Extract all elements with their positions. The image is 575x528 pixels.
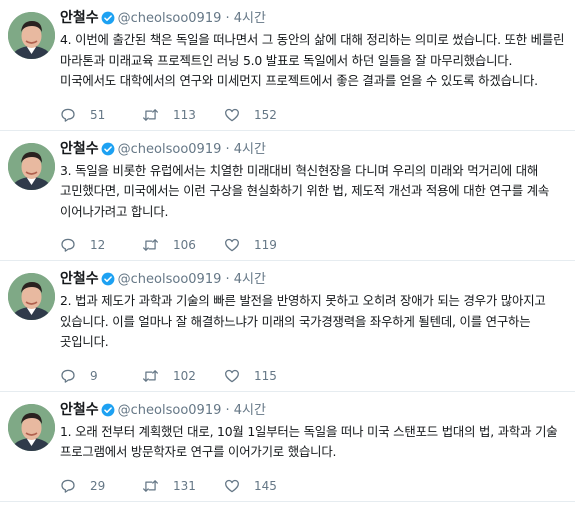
tweet-actions: 29 131 145 [60, 471, 565, 501]
verified-badge-icon [101, 403, 115, 416]
author-name[interactable]: 안철수 [60, 271, 99, 287]
author-name[interactable]: 안철수 [60, 10, 99, 26]
reply-count: 51 [90, 107, 106, 122]
reply-button[interactable]: 9 [60, 368, 142, 384]
tweet-header: 안철수 @cheolsoo0919 · 4시간 [60, 400, 565, 420]
like-count: 145 [254, 478, 277, 493]
retweet-icon [143, 479, 158, 492]
like-button[interactable]: 145 [224, 478, 306, 494]
author-handle[interactable]: @cheolsoo0919 [118, 403, 222, 418]
retweet-button[interactable]: 106 [142, 237, 224, 253]
like-button[interactable]: 115 [224, 368, 306, 384]
reply-count: 12 [90, 238, 106, 252]
avatar[interactable] [8, 12, 55, 59]
retweet-icon [143, 369, 158, 382]
avatar[interactable] [8, 142, 55, 190]
tweet-text: 2. 법과 제도가 과학과 기술의 빠른 발전을 반영하지 못하고 오히려 장애… [60, 293, 546, 349]
tweet-timestamp[interactable]: 4시간 [234, 142, 266, 157]
tweet[interactable]: 안철수 @cheolsoo0919 · 4시간 3. 독일을 비롯한 유럽에서는 … [0, 131, 575, 261]
verified-badge-icon [101, 142, 115, 155]
author-handle[interactable]: @cheolsoo0919 [118, 272, 222, 287]
tweet-header: 안철수 @cheolsoo0919 · 4시간 [60, 139, 565, 159]
reply-button[interactable]: 29 [60, 478, 142, 494]
reply-count: 9 [90, 368, 98, 383]
avatar[interactable] [8, 403, 55, 451]
retweet-button[interactable]: 131 [142, 478, 224, 494]
tweet-text: 1. 오래 전부터 계획했던 대로, 10월 1일부터는 독일을 떠나 미국 스… [60, 423, 558, 460]
tweet-header: 안철수 @cheolsoo0919 · 4시간 [60, 269, 565, 289]
like-icon [225, 369, 239, 382]
retweet-count: 113 [173, 107, 196, 122]
tweet-text: 4. 이번에 출간된 책은 독일을 떠나면서 그 동안의 삶에 대해 정리하는 … [60, 32, 565, 88]
reply-button[interactable]: 51 [60, 107, 142, 123]
reply-icon [61, 369, 75, 383]
reply-icon [61, 108, 75, 122]
like-icon [225, 479, 239, 492]
like-icon [225, 108, 239, 121]
author-handle[interactable]: @cheolsoo0919 [118, 11, 222, 26]
verified-badge-icon [101, 272, 115, 286]
reply-count: 29 [90, 478, 106, 493]
retweet-count: 106 [173, 238, 196, 252]
avatar[interactable] [8, 273, 55, 320]
tweet-timestamp[interactable]: 4시간 [234, 272, 266, 287]
retweet-icon [143, 108, 158, 121]
like-button[interactable]: 152 [224, 107, 306, 123]
tweet[interactable]: 안철수 @cheolsoo0919 · 4시간 4. 이번에 출간된 책은 독일을… [0, 0, 575, 131]
retweet-count: 131 [173, 478, 196, 493]
separator-dot: · [221, 272, 234, 287]
tweet[interactable]: 안철수 @cheolsoo0919 · 4시간 2. 법과 제도가 과학과 기술의… [0, 261, 575, 392]
tweet-actions: 12 106 119 [60, 230, 565, 260]
author-handle[interactable]: @cheolsoo0919 [118, 142, 222, 157]
tweet-header: 안철수 @cheolsoo0919 · 4시간 [60, 8, 565, 28]
retweet-icon [143, 239, 158, 251]
like-icon [225, 238, 239, 252]
like-count: 152 [254, 107, 277, 122]
retweet-count: 102 [173, 368, 196, 383]
tweet-text: 3. 독일을 비롯한 유럽에서는 치열한 미래대비 혁신현장을 다니며 우리의 … [60, 162, 550, 219]
tweet-timestamp[interactable]: 4시간 [234, 11, 266, 26]
separator-dot: · [221, 141, 234, 157]
author-name[interactable]: 안철수 [60, 402, 99, 418]
tweet-actions: 51 113 152 [60, 100, 565, 130]
like-count: 119 [254, 238, 277, 252]
tweet-feed: 안철수 @cheolsoo0919 · 4시간 4. 이번에 출간된 책은 독일을… [0, 0, 575, 502]
retweet-button[interactable]: 102 [142, 368, 224, 384]
like-count: 115 [254, 368, 277, 383]
reply-button[interactable]: 12 [60, 237, 142, 253]
tweet[interactable]: 안철수 @cheolsoo0919 · 4시간 1. 오래 전부터 계획했던 대로… [0, 392, 575, 502]
separator-dot: · [221, 11, 234, 26]
reply-icon [61, 479, 75, 493]
tweet-actions: 9 102 115 [60, 361, 565, 391]
author-name[interactable]: 안철수 [60, 141, 99, 157]
verified-badge-icon [101, 11, 115, 25]
tweet-timestamp[interactable]: 4시간 [234, 403, 266, 418]
retweet-button[interactable]: 113 [142, 107, 224, 123]
like-button[interactable]: 119 [224, 237, 306, 253]
separator-dot: · [221, 402, 234, 418]
reply-icon [61, 238, 75, 252]
